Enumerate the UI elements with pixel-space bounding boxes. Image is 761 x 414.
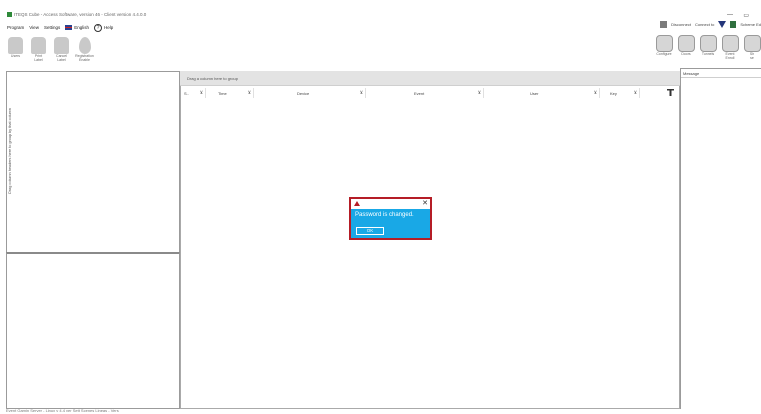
column-event-label: Event xyxy=(414,90,425,96)
connection-status: Disconnect Connect to Scheme Ed xyxy=(660,21,761,28)
doors-label: Doors xyxy=(681,52,691,56)
cancel-label-label: Cancel Label xyxy=(56,54,67,62)
column-key-label: Key xyxy=(610,90,617,96)
configure-button[interactable]: Configure xyxy=(655,35,673,61)
menu-program[interactable]: Program xyxy=(7,25,24,30)
doors-icon xyxy=(677,35,695,52)
users-icon xyxy=(8,37,23,54)
dialog-titlebar xyxy=(351,199,430,209)
menu-help[interactable]: ? Help xyxy=(93,23,114,32)
tunnels-icon xyxy=(699,35,717,52)
filter-icon[interactable]: ⊻ xyxy=(478,90,483,96)
title-bar xyxy=(0,0,761,20)
menu-view[interactable]: View xyxy=(29,25,39,30)
registration-icon xyxy=(78,37,91,54)
column-status[interactable]: S.. ⊻ xyxy=(182,88,206,98)
main-toolbar: Users Print Label Cancel Label Registratio… xyxy=(7,37,94,63)
show-label: Sh se xyxy=(749,52,755,60)
column-time-label: Time xyxy=(218,90,227,96)
menu-help-label: Help xyxy=(103,25,114,30)
ok-button[interactable]: OK xyxy=(356,227,384,235)
app-icon xyxy=(7,12,12,17)
doors-button[interactable]: Doors xyxy=(677,35,695,61)
users-button[interactable]: Users xyxy=(7,37,24,63)
menu-language-label: English xyxy=(74,25,89,30)
dialog-close-button[interactable]: ✕ xyxy=(422,199,428,208)
menu-language[interactable]: English xyxy=(65,25,89,30)
disconnect-label[interactable]: Disconnect xyxy=(671,22,691,27)
menu-bar: Program View Settings English ? Help xyxy=(7,23,113,32)
configure-icon xyxy=(655,35,673,52)
event-enroll-icon xyxy=(721,35,739,52)
right-toolbar: Configure Doors Tunnels Event Enroll Sh se xyxy=(655,35,761,61)
print-label-icon xyxy=(31,37,46,54)
left-panel-bottom xyxy=(6,252,180,409)
disconnect-icon xyxy=(660,21,668,28)
tunnels-button[interactable]: Tunnels xyxy=(699,35,717,61)
configure-label: Configure xyxy=(656,52,672,56)
column-key[interactable]: Key ⊻ xyxy=(600,88,640,98)
vertical-label-text: Drag column headers here to group by tha… xyxy=(8,108,13,194)
filter-icon[interactable]: ⊻ xyxy=(634,90,639,96)
event-enroll-button[interactable]: Event Enroll xyxy=(721,35,739,61)
window-title: ITEQS Cube - Access Software, version 46… xyxy=(14,12,147,17)
event-enroll-label: Event Enroll xyxy=(725,52,735,60)
warning-icon xyxy=(354,201,360,206)
filter-icon[interactable]: ⊻ xyxy=(360,90,365,96)
help-icon: ? xyxy=(93,23,102,32)
uk-flag-icon xyxy=(65,25,73,30)
status-bar: Event Gamin Server - Linux v 4.4 ver Set… xyxy=(6,408,119,413)
show-button[interactable]: Sh se xyxy=(743,35,761,61)
users-label: Users xyxy=(10,54,21,58)
connected-label: Connect to xyxy=(694,22,715,27)
column-status-label: S.. xyxy=(184,90,189,96)
column-device-label: Device xyxy=(297,90,310,96)
menu-settings[interactable]: Settings xyxy=(44,25,60,30)
cancel-label-icon xyxy=(54,37,69,54)
filter-icon[interactable]: ⊻ xyxy=(200,90,205,96)
left-panel-vertical-label: Drag column headers here to group by tha… xyxy=(6,96,14,206)
registration-button[interactable]: Registration Enable xyxy=(75,37,94,63)
left-panel-top xyxy=(6,71,180,252)
tunnels-label: Tunnels xyxy=(701,52,715,56)
column-device[interactable]: Device ⊻ xyxy=(254,88,366,98)
registration-label: Registration Enable xyxy=(75,54,94,62)
filter-icon[interactable]: ⊻ xyxy=(594,90,599,96)
print-label-button[interactable]: Print Label xyxy=(30,37,47,63)
maximize-button[interactable]: ▭ xyxy=(743,12,749,19)
column-user-label: User xyxy=(530,90,539,96)
events-grid xyxy=(180,71,680,409)
group-panel[interactable] xyxy=(180,71,680,86)
scheme-icon xyxy=(730,21,737,28)
print-label-label: Print Label xyxy=(34,54,43,62)
show-icon xyxy=(743,35,761,52)
column-event[interactable]: Event ⊻ xyxy=(366,88,484,98)
cancel-label-button[interactable]: Cancel Label xyxy=(53,37,70,63)
scheme-label[interactable]: Scheme Ed xyxy=(740,22,761,27)
column-user[interactable]: User ⊻ xyxy=(484,88,600,98)
filter-icon[interactable]: ⊻ xyxy=(248,90,253,96)
message-header: Message xyxy=(681,69,761,78)
filter-icon[interactable] xyxy=(718,21,727,28)
message-panel xyxy=(680,68,761,409)
column-time[interactable]: Time ⊻ xyxy=(206,88,254,98)
minimize-button[interactable]: — xyxy=(727,12,733,18)
pin-icon[interactable] xyxy=(667,89,674,96)
password-changed-dialog: ✕ Password is changed. OK xyxy=(349,197,432,240)
dialog-message: Password is changed. xyxy=(355,212,414,218)
group-hint: Drag a column here to group xyxy=(187,76,238,81)
